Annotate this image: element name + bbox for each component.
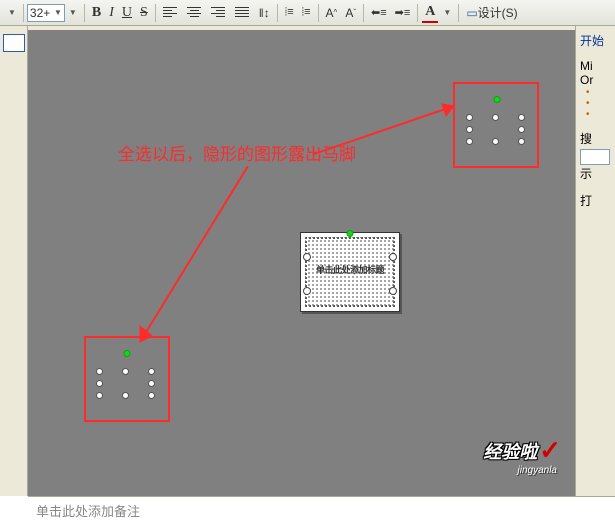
slide-thumbnail-panel (0, 26, 28, 496)
line-spacing-icon: ‖↕ (259, 6, 270, 20)
chevron-down-icon: ▼ (54, 8, 62, 17)
decrease-indent-button[interactable]: ⬅≡ (368, 5, 390, 20)
design-button[interactable]: ▭ 设计(S) (463, 3, 520, 22)
resize-handle[interactable] (96, 368, 103, 375)
align-justify-icon (235, 5, 251, 21)
resize-handle[interactable] (148, 380, 155, 387)
task-pane-item[interactable]: Or (580, 73, 611, 87)
slide-thumbnail[interactable] (3, 34, 25, 52)
task-pane-header[interactable]: 开始 (580, 32, 611, 49)
example-label: 示 (580, 165, 611, 182)
line-spacing-button[interactable]: ‖↕ (256, 5, 273, 21)
superscript-button[interactable]: A^ (323, 5, 341, 21)
horizontal-ruler (28, 26, 575, 30)
resize-handle[interactable] (518, 126, 525, 133)
resize-handle[interactable] (148, 392, 155, 399)
task-pane-item[interactable]: Mi (580, 59, 611, 73)
subscript-button[interactable]: Aˇ (342, 5, 359, 21)
separator (363, 4, 364, 22)
font-dropdown[interactable]: ▼ (5, 7, 19, 18)
font-size-dropdown[interactable]: ▼ (66, 7, 80, 18)
checkmark-icon: ✓ (539, 435, 561, 466)
selected-invisible-shape[interactable] (94, 356, 160, 402)
resize-handle[interactable] (389, 287, 397, 295)
align-right-icon (211, 5, 227, 21)
notes-pane[interactable]: 单击此处添加备注 (28, 496, 615, 522)
align-justify-button[interactable] (232, 4, 254, 22)
separator (155, 4, 156, 22)
down-arrow-icon: ˇ (353, 8, 356, 17)
bold-button[interactable]: B (89, 4, 104, 22)
separator (417, 4, 418, 22)
rotation-handle-icon[interactable] (347, 230, 354, 237)
open-label[interactable]: 打 (580, 192, 611, 209)
notes-placeholder: 单击此处添加备注 (36, 504, 140, 519)
italic-button[interactable]: I (106, 4, 117, 22)
resize-handle[interactable] (492, 138, 499, 145)
indent-right-icon: ➡≡ (395, 6, 411, 19)
annotation-arrow-icon (314, 96, 474, 166)
bullet-icon: • (580, 87, 611, 98)
font-color-dropdown[interactable]: ▼ (440, 7, 454, 18)
resize-handle[interactable] (96, 392, 103, 399)
design-icon: ▭ (466, 6, 477, 20)
align-left-button[interactable] (160, 4, 182, 22)
search-input[interactable] (580, 149, 610, 165)
separator (277, 4, 278, 22)
task-pane: 开始 Mi Or • • • 搜 示 打 (575, 26, 615, 496)
bullet-list-button[interactable]: ⦙≡ (299, 5, 314, 20)
up-arrow-icon: ^ (334, 8, 338, 17)
numbered-list-button[interactable]: ⦙≡ (282, 5, 297, 20)
resize-handle[interactable] (122, 368, 129, 375)
align-center-icon (187, 5, 203, 21)
bullet-icon: • (580, 109, 611, 120)
slide-canvas[interactable]: 单击此处添加标题 全选以后，隐形的图形露出马脚 经验啦 ✓ jingyanla (28, 26, 575, 496)
formatting-toolbar: ▼ 32+ ▼ ▼ B I U S ‖↕ ⦙≡ ⦙≡ A^ Aˇ ⬅≡ ➡≡ A… (0, 0, 615, 26)
bullet-icon: • (580, 98, 611, 109)
rotation-handle-icon[interactable] (494, 96, 501, 103)
resize-handle[interactable] (96, 380, 103, 387)
resize-handle[interactable] (148, 368, 155, 375)
separator (318, 4, 319, 22)
numbered-list-icon: ⦙≡ (285, 6, 294, 19)
watermark-text: 经验啦 (483, 438, 537, 464)
resize-handle[interactable] (389, 253, 397, 261)
font-size-value: 32+ (30, 6, 50, 20)
resize-handle[interactable] (518, 138, 525, 145)
bullet-list-icon: ⦙≡ (302, 6, 311, 19)
font-color-button[interactable]: A (422, 3, 438, 23)
resize-handle[interactable] (303, 253, 311, 261)
align-left-icon (163, 5, 179, 21)
resize-handle[interactable] (518, 114, 525, 121)
separator (458, 4, 459, 22)
indent-left-icon: ⬅≡ (371, 6, 387, 19)
strikethrough-button[interactable]: S (137, 4, 151, 22)
resize-handle[interactable] (122, 392, 129, 399)
font-size-selector[interactable]: 32+ ▼ (27, 4, 65, 22)
watermark-url: jingyanla (518, 465, 557, 476)
align-center-button[interactable] (184, 4, 206, 22)
align-right-button[interactable] (208, 4, 230, 22)
watermark: 经验啦 ✓ (483, 435, 561, 466)
selected-title-textbox[interactable]: 单击此处添加标题 (300, 232, 400, 312)
separator (23, 4, 24, 22)
search-label: 搜 (580, 130, 611, 147)
resize-handle[interactable] (492, 114, 499, 121)
annotation-arrow-icon (128, 166, 268, 356)
separator (84, 4, 85, 22)
resize-handle[interactable] (303, 287, 311, 295)
underline-button[interactable]: U (119, 4, 135, 22)
title-placeholder-text: 单击此处添加标题 (301, 263, 399, 276)
increase-indent-button[interactable]: ➡≡ (392, 5, 414, 20)
